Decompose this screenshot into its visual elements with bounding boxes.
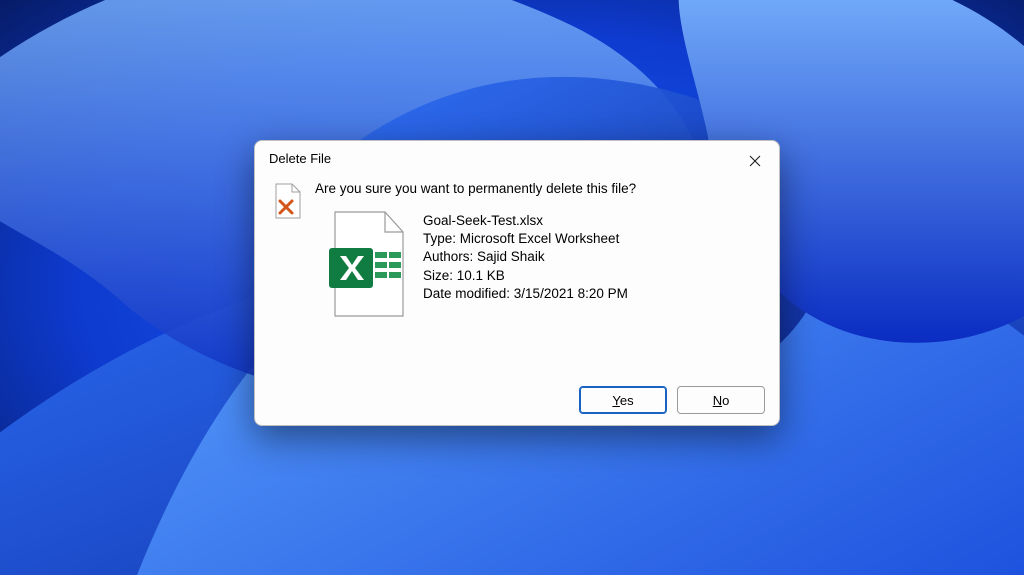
file-metadata: Goal-Seek-Test.xlsx Type: Microsoft Exce…: [423, 210, 628, 303]
dialog-button-row: Yes No: [255, 375, 779, 425]
excel-file-icon: [327, 210, 411, 320]
dialog-titlebar: Delete File: [255, 141, 779, 175]
dialog-title: Delete File: [269, 151, 331, 166]
no-button-mnemonic: N: [713, 393, 722, 408]
confirmation-prompt: Are you sure you want to permanently del…: [315, 181, 761, 196]
yes-button-rest: es: [620, 393, 634, 408]
delete-file-dialog: Delete File Are you sure you want to per…: [254, 140, 780, 426]
delete-file-warning-icon: [273, 183, 303, 219]
yes-button-mnemonic: Y: [612, 393, 619, 408]
file-date-modified: Date modified: 3/15/2021 8:20 PM: [423, 285, 628, 303]
file-info-row: Goal-Seek-Test.xlsx Type: Microsoft Exce…: [315, 210, 761, 320]
file-size: Size: 10.1 KB: [423, 267, 628, 285]
yes-button[interactable]: Yes: [579, 386, 667, 414]
file-authors: Authors: Sajid Shaik: [423, 248, 628, 266]
close-icon: [749, 155, 761, 167]
file-type: Type: Microsoft Excel Worksheet: [423, 230, 628, 248]
file-name: Goal-Seek-Test.xlsx: [423, 212, 628, 230]
no-button-rest: o: [722, 393, 729, 408]
close-button[interactable]: [743, 149, 767, 173]
dialog-body: Are you sure you want to permanently del…: [255, 175, 779, 375]
no-button[interactable]: No: [677, 386, 765, 414]
